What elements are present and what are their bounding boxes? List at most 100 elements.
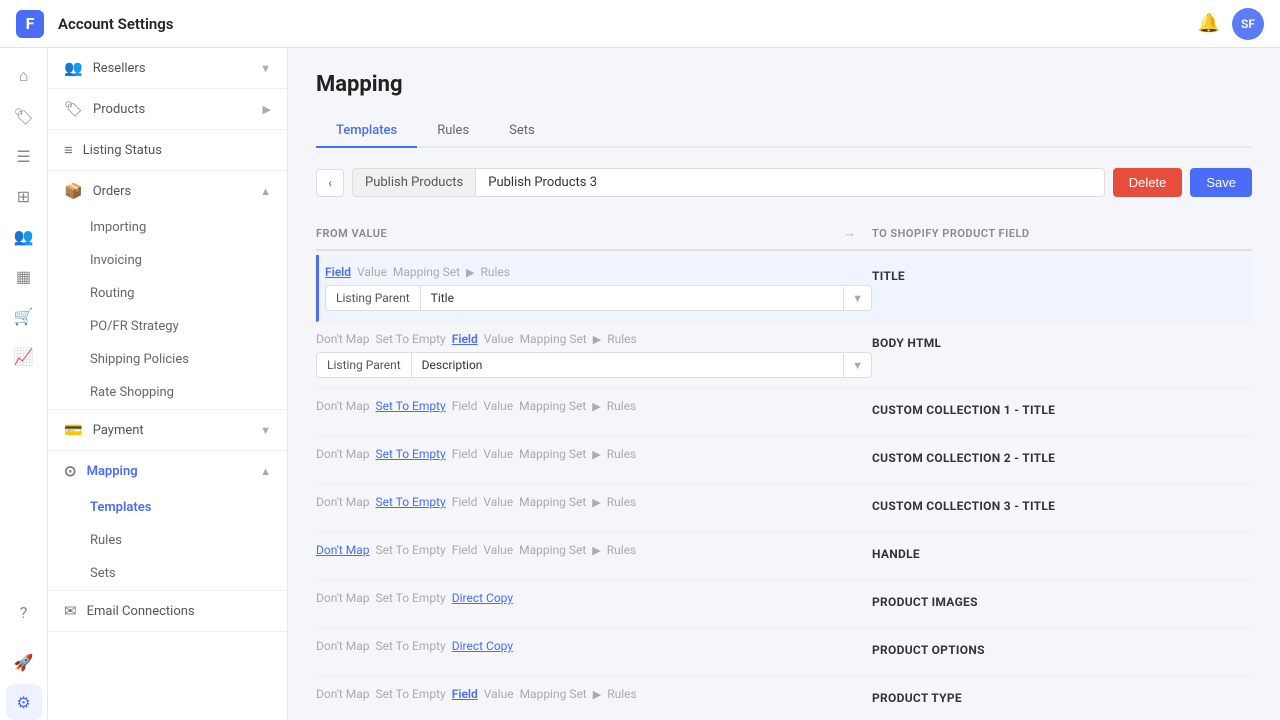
mapping-column-headers: FROM VALUE → TO SHOPIFY PRODUCT FIELD (316, 217, 1252, 251)
ctrl-dontmap-pi[interactable]: Don't Map (316, 591, 369, 605)
nav-icon-rocket[interactable]: 🚀 (6, 644, 42, 680)
ctrl-settoempty-cc1[interactable]: Set To Empty (375, 399, 445, 413)
ctrl-value-cc3[interactable]: Value (483, 495, 513, 509)
ctrl-dontmap-pt[interactable]: Don't Map (316, 687, 369, 701)
sidebar-item-email-label: Email Connections (87, 604, 271, 619)
ctrl-rules-cc2[interactable]: Rules (607, 447, 636, 461)
ctrl-settoempty-cc2[interactable]: Set To Empty (375, 447, 445, 461)
sidebar-item-products[interactable]: 🏷 Products ▶ (48, 89, 287, 129)
save-button[interactable]: Save (1190, 168, 1252, 197)
tab-templates[interactable]: Templates (316, 115, 417, 148)
ctrl-value-cc1[interactable]: Value (483, 399, 513, 413)
sidebar-sub-pofr[interactable]: PO/FR Strategy (48, 310, 287, 343)
ctrl-dontmap-cc1[interactable]: Don't Map (316, 399, 369, 413)
sidebar-item-email[interactable]: ✉ Email Connections (48, 591, 287, 631)
sidebar-item-orders[interactable]: 📦 Orders ▲ (48, 171, 287, 211)
sidebar-sub-templates[interactable]: Templates (48, 491, 287, 524)
tab-rules[interactable]: Rules (417, 115, 489, 148)
title-row-right: TITLE (872, 265, 1252, 283)
notifications-bell[interactable]: 🔔 (1198, 13, 1220, 34)
sidebar-sub-routing[interactable]: Routing (48, 277, 287, 310)
custom-col3-row-right: CUSTOM COLLECTION 3 - TITLE (872, 495, 1252, 513)
ctrl-value-bodyhtml[interactable]: Value (484, 332, 514, 346)
template-current-name[interactable]: Publish Products 3 (476, 169, 1104, 196)
ctrl-dontmap-bodyhtml[interactable]: Don't Map (316, 332, 369, 346)
tab-sets[interactable]: Sets (489, 115, 555, 148)
sidebar-sub-invoicing[interactable]: Invoicing (48, 244, 287, 277)
ctrl-field-cc3[interactable]: Field (452, 495, 478, 509)
ctrl-value-cc2[interactable]: Value (483, 447, 513, 461)
ctrl-field-bodyhtml[interactable]: Field (452, 332, 478, 346)
ctrl-rules-title[interactable]: Rules (480, 265, 509, 279)
ctrl-value-handle[interactable]: Value (483, 543, 513, 557)
ctrl-mappingset-cc3[interactable]: Mapping Set (519, 495, 586, 509)
ctrl-settoempty-pt[interactable]: Set To Empty (375, 687, 445, 701)
nav-icon-grid[interactable]: ⊞ (6, 178, 42, 214)
nav-icon-help[interactable]: ? (6, 594, 42, 630)
ctrl-rules-handle[interactable]: Rules (607, 543, 636, 557)
product-options-row-left: Don't Map Set To Empty Direct Copy (316, 639, 872, 653)
handle-target-label: HANDLE (872, 547, 920, 561)
product-options-controls: Don't Map Set To Empty Direct Copy (316, 639, 872, 653)
ctrl-mappingset-bodyhtml[interactable]: Mapping Set (520, 332, 587, 346)
sidebar-item-listing-status[interactable]: ≡ Listing Status (48, 130, 287, 170)
product-type-controls: Don't Map Set To Empty Field Value Mappi… (316, 687, 872, 701)
ctrl-field-cc2[interactable]: Field (452, 447, 478, 461)
sidebar-sub-rate-shopping[interactable]: Rate Shopping (48, 376, 287, 409)
ctrl-settoempty-bodyhtml[interactable]: Set To Empty (375, 332, 445, 346)
sidebar-sub-rules[interactable]: Rules (48, 524, 287, 557)
ctrl-settoempty-po[interactable]: Set To Empty (375, 639, 445, 653)
nav-icon-users[interactable]: 👥 (6, 218, 42, 254)
sidebar-item-mapping[interactable]: ⊙ Mapping ▲ (48, 451, 287, 491)
nav-icon-settings[interactable]: ⚙ (6, 684, 42, 720)
ctrl-settoempty-cc3[interactable]: Set To Empty (375, 495, 445, 509)
ctrl-settoempty-pi[interactable]: Set To Empty (375, 591, 445, 605)
template-bar: ‹ Publish Products Publish Products 3 De… (316, 168, 1252, 197)
ctrl-rules-cc1[interactable]: Rules (607, 399, 636, 413)
ctrl-mappingset-pt[interactable]: Mapping Set (520, 687, 587, 701)
ctrl-dontmap-cc2[interactable]: Don't Map (316, 447, 369, 461)
nav-icon-cart[interactable]: 🛒 (6, 298, 42, 334)
ctrl-field-pt[interactable]: Field (452, 687, 478, 701)
sidebar-item-resellers[interactable]: 👥 Resellers ▼ (48, 48, 287, 88)
ctrl-field-title[interactable]: Field (325, 265, 351, 279)
sidebar-sub-sets[interactable]: Sets (48, 557, 287, 590)
ctrl-mappingset-cc1[interactable]: Mapping Set (519, 399, 586, 413)
product-images-target-label: PRODUCT IMAGES (872, 595, 978, 609)
ctrl-rules-pt[interactable]: Rules (607, 687, 636, 701)
ctrl-dontmap-cc3[interactable]: Don't Map (316, 495, 369, 509)
ctrl-dontmap-po[interactable]: Don't Map (316, 639, 369, 653)
nav-icon-chart[interactable]: 📈 (6, 338, 42, 374)
nav-icon-home[interactable]: ⌂ (6, 58, 42, 94)
ctrl-settoempty-handle[interactable]: Set To Empty (375, 543, 445, 557)
custom-col1-row-right: CUSTOM COLLECTION 1 - TITLE (872, 399, 1252, 417)
ctrl-mappingset-title[interactable]: Mapping Set (393, 265, 460, 279)
ctrl-directcopy-po[interactable]: Direct Copy (452, 639, 513, 653)
custom-col3-controls: Don't Map Set To Empty Field Value Mappi… (316, 495, 872, 509)
custom-col3-target-label: CUSTOM COLLECTION 3 - TITLE (872, 499, 1055, 513)
ctrl-value-pt[interactable]: Value (484, 687, 514, 701)
nav-icon-table[interactable]: ▦ (6, 258, 42, 294)
nav-icon-inbox[interactable]: ☰ (6, 138, 42, 174)
ctrl-directcopy-pi[interactable]: Direct Copy (452, 591, 513, 605)
main-content: Mapping Templates Rules Sets ‹ Publish P… (288, 48, 1280, 720)
ctrl-field-cc1[interactable]: Field (452, 399, 478, 413)
title-controls: Field Value Mapping Set ▶ Rules (325, 265, 872, 279)
ctrl-mappingset-cc2[interactable]: Mapping Set (519, 447, 586, 461)
back-button[interactable]: ‹ (316, 169, 344, 197)
delete-button[interactable]: Delete (1113, 168, 1183, 197)
sidebar-sub-shipping-policies[interactable]: Shipping Policies (48, 343, 287, 376)
sidebar-sub-importing[interactable]: Importing (48, 211, 287, 244)
ctrl-rules-bodyhtml[interactable]: Rules (607, 332, 636, 346)
ctrl-field-handle[interactable]: Field (452, 543, 478, 557)
ctrl-mappingset-handle[interactable]: Mapping Set (519, 543, 586, 557)
ctrl-dontmap-handle[interactable]: Don't Map (316, 543, 369, 557)
ctrl-rules-cc3[interactable]: Rules (607, 495, 636, 509)
custom-col1-row-left: Don't Map Set To Empty Field Value Mappi… (316, 399, 872, 413)
ctrl-value-title[interactable]: Value (357, 265, 387, 279)
sidebar-item-payment[interactable]: 💳 Payment ▼ (48, 410, 287, 450)
nav-icon-tag[interactable]: 🏷 (6, 98, 42, 134)
body-html-field-select[interactable]: Description ▼ (411, 352, 872, 378)
user-avatar[interactable]: SF (1232, 8, 1264, 40)
title-field-select[interactable]: Title ▼ (420, 285, 872, 311)
